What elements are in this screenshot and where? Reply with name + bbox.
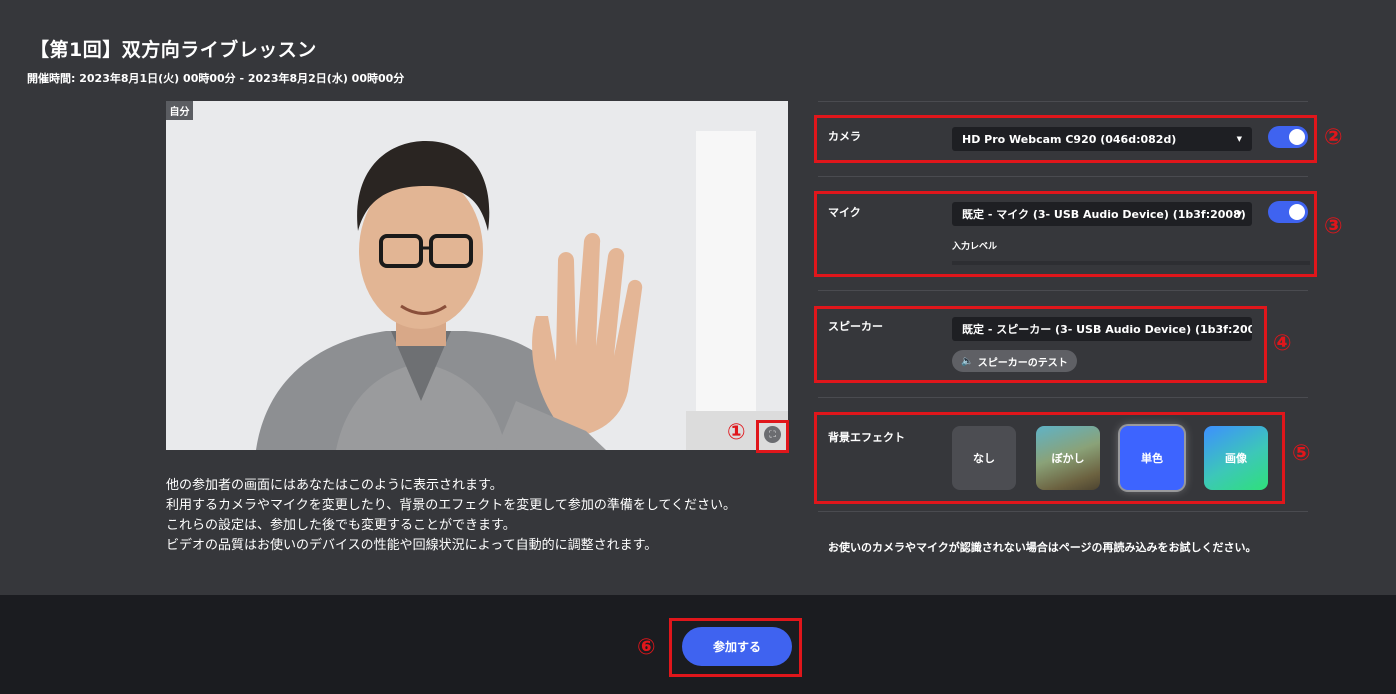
preview-description: 他の参加者の画面にはあなたはこのように表示されます。 利用するカメラやマイクを変… [166, 476, 736, 556]
effect-solid-button[interactable]: 単色 [1120, 426, 1184, 490]
join-button[interactable]: 参加する [682, 627, 792, 666]
self-video-image [166, 101, 788, 450]
divider [818, 176, 1308, 177]
background-effect-label: 背景エフェクト [828, 431, 905, 444]
event-datetime: 開催時間: 2023年8月1日(火) 00時00分 - 2023年8月2日(水)… [27, 72, 405, 85]
annotation-number-3: ③ [1324, 214, 1343, 239]
mic-select-value: 既定 - マイク (3- USB Audio Device) (1b3f:200… [962, 208, 1246, 221]
input-level-label: 入力レベル [952, 242, 998, 252]
description-line: ビデオの品質はお使いのデバイスの性能や回線状況によって自動的に調整されます。 [166, 538, 658, 553]
speaker-label: スピーカー [828, 320, 883, 333]
effect-image-label: 画像 [1225, 452, 1247, 465]
description-line: これらの設定は、参加した後でも変更することができます。 [166, 518, 516, 533]
mic-toggle[interactable] [1268, 201, 1308, 223]
input-level-meter [952, 261, 1310, 265]
divider [818, 290, 1308, 291]
camera-select[interactable]: HD Pro Webcam C920 (046d:082d) ▼ [952, 127, 1252, 151]
chevron-down-icon: ▼ [1236, 135, 1242, 143]
camera-label: カメラ [828, 130, 861, 143]
video-preview: 自分 ⛶ [166, 101, 788, 450]
speaker-test-button[interactable]: 🔈 スピーカーのテスト [952, 350, 1077, 372]
mic-label: マイク [828, 206, 861, 219]
camera-select-value: HD Pro Webcam C920 (046d:082d) [962, 132, 1177, 146]
annotation-number-5: ⑤ [1292, 441, 1311, 466]
divider [818, 511, 1308, 512]
effect-none-button[interactable]: なし [952, 426, 1016, 490]
effect-blur-label: ぼかし [1051, 452, 1085, 465]
page-title: 【第1回】双方向ライブレッスン [30, 39, 317, 61]
divider [818, 101, 1308, 102]
effect-none-label: なし [973, 452, 995, 465]
annotation-number-6: ⑥ [637, 635, 656, 660]
chevron-down-icon: ▼ [1236, 210, 1242, 218]
annotation-number-1: ① [727, 420, 746, 445]
speaker-test-label: スピーカーのテスト [977, 357, 1068, 369]
effect-image-button[interactable]: 画像 [1204, 426, 1268, 490]
speaker-select-value: 既定 - スピーカー (3- USB Audio Device) (1b3f:2… [962, 323, 1252, 336]
speaker-select[interactable]: 既定 - スピーカー (3- USB Audio Device) (1b3f:2… [952, 317, 1252, 341]
description-line: 利用するカメラやマイクを変更したり、背景のエフェクトを変更して参加の準備をしてく… [166, 498, 737, 513]
highlight-box-1 [756, 420, 789, 453]
effect-solid-label: 単色 [1141, 452, 1163, 465]
effect-blur-button[interactable]: ぼかし [1036, 426, 1100, 490]
camera-toggle[interactable] [1268, 126, 1308, 148]
speaker-icon: 🔈 [961, 355, 974, 367]
description-line: 他の参加者の画面にはあなたはこのように表示されます。 [166, 478, 503, 493]
self-label: 自分 [166, 101, 193, 120]
annotation-number-4: ④ [1273, 331, 1292, 356]
mic-select[interactable]: 既定 - マイク (3- USB Audio Device) (1b3f:200… [952, 202, 1252, 226]
divider [818, 397, 1308, 398]
annotation-number-2: ② [1324, 125, 1343, 150]
reload-note: お使いのカメラやマイクが認識されない場合はページの再読み込みをお試しください。 [828, 541, 1257, 554]
